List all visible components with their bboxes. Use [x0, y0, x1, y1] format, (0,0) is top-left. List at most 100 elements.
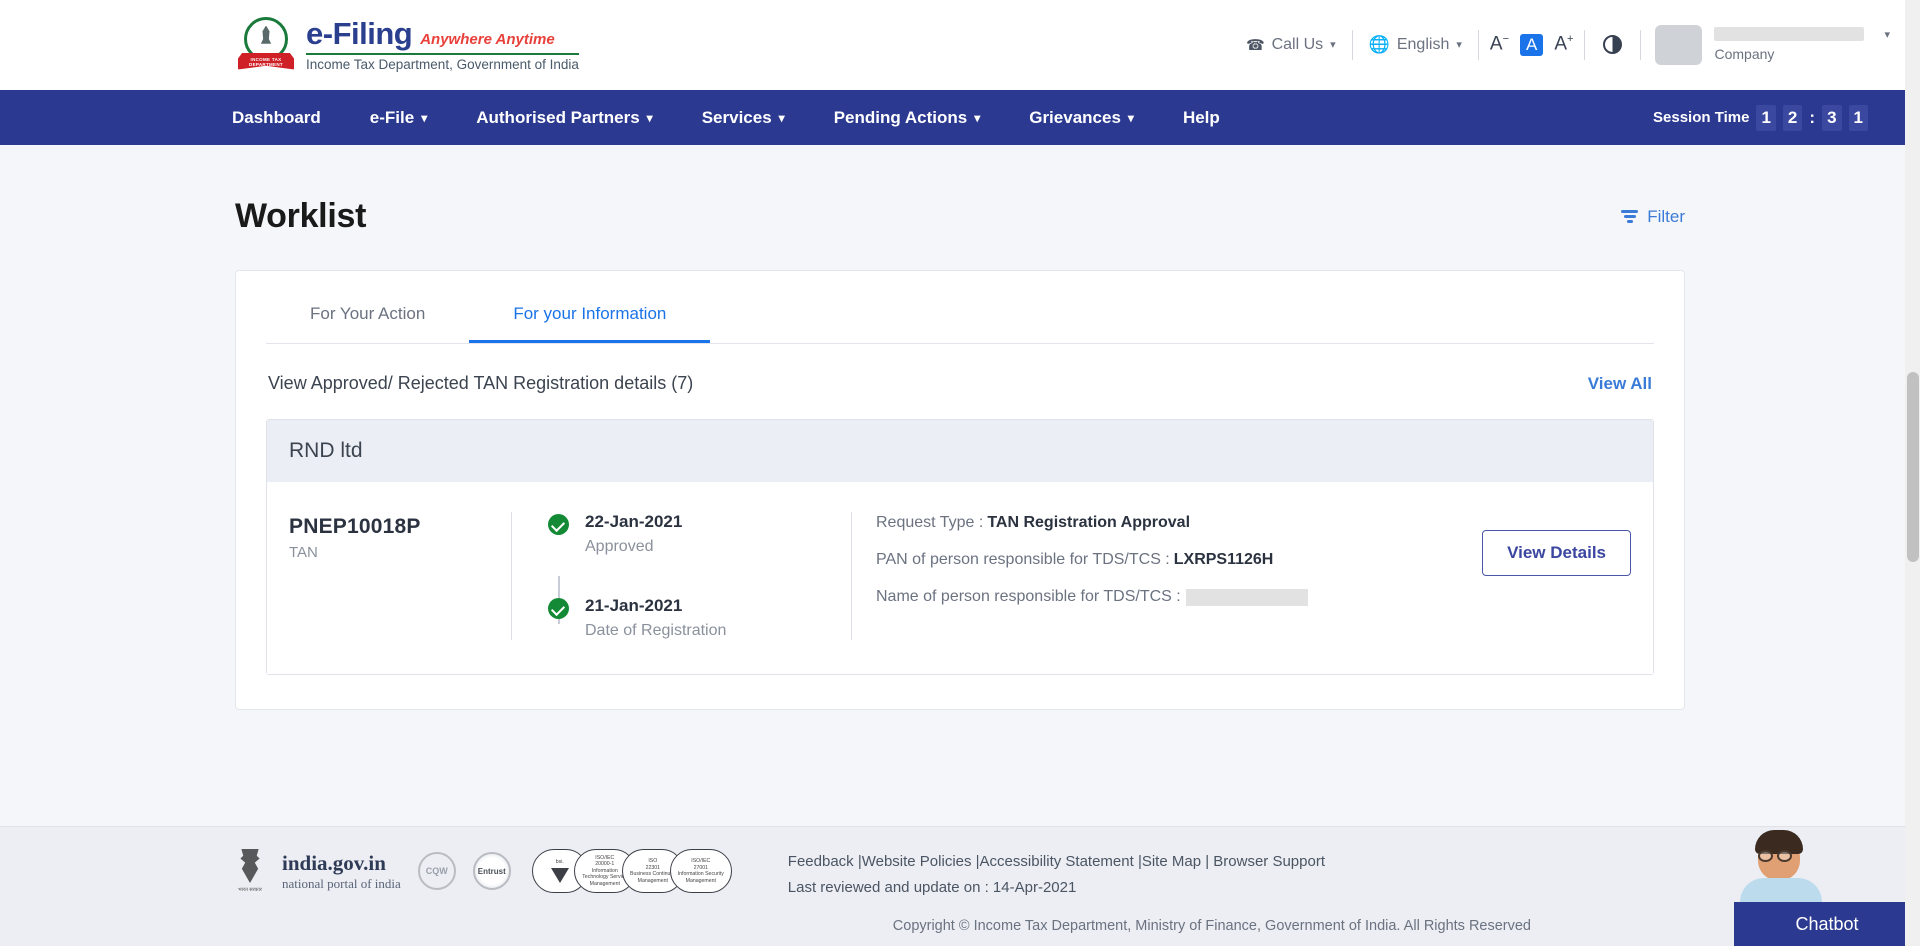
footer-link-group[interactable]: Feedback |Website Policies |Accessibilit…: [788, 853, 1325, 870]
brand-divider: [306, 52, 579, 55]
footer-copyright: Copyright © Income Tax Department, Minis…: [892, 917, 1532, 934]
call-us-menu[interactable]: ☎ Call Us ▾: [1230, 36, 1352, 54]
footer-links-area: Feedback |Website Policies |Accessibilit…: [788, 849, 1532, 934]
detail-label: Name of person responsible for TDS/TCS :: [876, 588, 1181, 605]
worklist-item-card: RND ltd PNEP10018P TAN 22-Jan-2021 Appro…: [266, 419, 1654, 675]
page-title: Worklist: [235, 197, 367, 235]
worklist-panel: For Your Action For your Information Vie…: [235, 270, 1685, 710]
entity-details: PNEP10018P TAN 22-Jan-2021 Approved 21-J…: [267, 482, 1653, 674]
session-digit-2: 2: [1782, 104, 1803, 131]
account-name-redacted: [1714, 27, 1865, 41]
font-normal-button[interactable]: A: [1520, 33, 1544, 56]
chevron-down-icon: ▾: [646, 110, 653, 125]
brand-text: e-Filing Anywhere Anytime Income Tax Dep…: [306, 18, 579, 72]
chevron-down-icon: ▾: [421, 110, 428, 125]
nav-item-pending-actions[interactable]: Pending Actions ▾: [834, 108, 981, 128]
brand-logo[interactable]: INCOME TAX DEPARTMENT e-Filing Anywhere …: [238, 15, 579, 75]
entrust-seal-icon: Entrust: [472, 852, 511, 890]
view-all-link[interactable]: View All: [1588, 374, 1652, 394]
detail-row-name: Name of person responsible for TDS/TCS :: [876, 588, 1451, 606]
india-gov-subtitle: national portal of india: [282, 876, 401, 891]
tab-for-your-action[interactable]: For Your Action: [266, 285, 469, 343]
chevron-down-icon: ▾: [1127, 110, 1134, 125]
divider: [1584, 29, 1586, 60]
session-separator: :: [1809, 107, 1816, 127]
tan-column: PNEP10018P TAN: [289, 512, 511, 640]
status-timeline: 22-Jan-2021 Approved 21-Jan-2021 Date of…: [511, 512, 851, 640]
request-details: Request Type : TAN Registration Approval…: [851, 512, 1451, 640]
page-scrollbar-thumb[interactable]: [1907, 372, 1919, 562]
chatbot-button[interactable]: Chatbot: [1734, 902, 1920, 946]
nav-item-authorised-partners[interactable]: Authorised Partners ▾: [476, 108, 652, 128]
tan-number: PNEP10018P: [289, 515, 421, 538]
account-menu[interactable]: ▾ Company: [1655, 24, 1890, 65]
timeline-item: 22-Jan-2021 Approved: [548, 512, 851, 556]
session-digit-3: 3: [1822, 104, 1842, 131]
nav-label: Pending Actions: [833, 107, 968, 127]
nav-label: Help: [1182, 107, 1220, 127]
detail-value: TAN Registration Approval: [987, 514, 1191, 531]
action-column: View Details: [1451, 512, 1631, 640]
top-header: INCOME TAX DEPARTMENT e-Filing Anywhere …: [0, 0, 1920, 90]
avatar: [1655, 24, 1703, 65]
footer-logos: भारत सरकार india.gov.in national portal …: [235, 849, 732, 893]
chevron-down-icon: ▾: [1330, 39, 1336, 51]
iso-desc: Information Security Management: [677, 871, 724, 884]
call-us-label: Call Us: [1271, 35, 1324, 53]
page-scrollbar-track[interactable]: [1905, 0, 1920, 946]
chevron-down-icon: ▾: [974, 110, 981, 125]
entity-name: RND ltd: [267, 420, 1653, 482]
timeline-status: Date of Registration: [585, 622, 727, 639]
font-decrease-button[interactable]: A−: [1479, 33, 1520, 55]
tab-for-your-information[interactable]: For your Information: [469, 285, 711, 343]
detail-row-request-type: Request Type : TAN Registration Approval: [876, 514, 1451, 532]
detail-label: PAN of person responsible for TDS/TCS :: [876, 551, 1170, 568]
nav-item-efile[interactable]: e-File ▾: [370, 108, 427, 128]
detail-value: LXRPS1126H: [1173, 551, 1274, 568]
india-gov-title: india.gov.in: [282, 850, 386, 875]
font-normal-label: A: [1526, 34, 1538, 54]
session-timer-label: Session Time: [1653, 109, 1750, 126]
national-emblem-icon: भारत सरकार: [235, 849, 265, 893]
main-navigation: Dashboard e-File ▾ Authorised Partners ▾…: [0, 90, 1920, 145]
nav-label: Services: [701, 107, 772, 127]
india-gov-logo[interactable]: india.gov.in national portal of india: [282, 850, 401, 893]
chevron-down-icon: ▾: [778, 110, 785, 125]
timeline-date: 22-Jan-2021: [585, 512, 683, 531]
filter-button[interactable]: Filter: [1621, 207, 1685, 227]
language-menu[interactable]: 🌐 English ▾: [1353, 35, 1478, 55]
filter-label: Filter: [1647, 206, 1685, 226]
session-digit-1: 1: [1756, 104, 1776, 131]
nav-item-services[interactable]: Services ▾: [702, 108, 785, 128]
divider: [1640, 29, 1642, 60]
detail-value-redacted: [1185, 588, 1308, 606]
font-increase-button[interactable]: A+: [1543, 33, 1584, 55]
section-title: View Approved/ Rejected TAN Registration…: [268, 373, 694, 393]
font-decrease-label: A: [1489, 33, 1503, 55]
page-footer: भारत सरकार india.gov.in national portal …: [0, 826, 1920, 946]
nav-item-grievances[interactable]: Grievances ▾: [1029, 108, 1134, 128]
contrast-icon[interactable]: [1603, 35, 1623, 54]
nav-item-dashboard[interactable]: Dashboard: [232, 108, 321, 128]
app-root: INCOME TAX DEPARTMENT e-Filing Anywhere …: [0, 0, 1920, 946]
iso-badge-27001: ISO/IEC 27001 Information Security Manag…: [669, 849, 732, 893]
session-digit-4: 1: [1848, 104, 1868, 131]
footer-last-reviewed: Last reviewed and update on : 14-Apr-202…: [787, 879, 1077, 897]
nav-label: Authorised Partners: [476, 107, 640, 127]
session-timer: Session Time 1 2 : 3 1: [1653, 104, 1868, 131]
chevron-down-icon: ▾: [1884, 28, 1890, 41]
check-circle-icon: [548, 514, 569, 535]
phone-icon: ☎: [1245, 36, 1265, 54]
nav-item-help[interactable]: Help: [1183, 108, 1220, 128]
footer-links[interactable]: Feedback |Website Policies |Accessibilit…: [788, 849, 1348, 902]
timeline-status: Approved: [585, 538, 654, 555]
chatbot-widget[interactable]: Chatbot: [1680, 826, 1920, 946]
header-tools: ☎ Call Us ▾ 🌐 English ▾ A− A A+ ▾ Compan…: [1230, 24, 1890, 65]
view-details-button[interactable]: View Details: [1482, 530, 1631, 576]
page-header: Worklist Filter: [235, 197, 1685, 236]
nav-label: Dashboard: [232, 107, 321, 127]
filter-icon: [1621, 210, 1639, 223]
brand-title: e-Filing: [306, 15, 413, 51]
tab-label: For your Information: [513, 304, 667, 323]
nav-label: e-File: [369, 107, 415, 127]
